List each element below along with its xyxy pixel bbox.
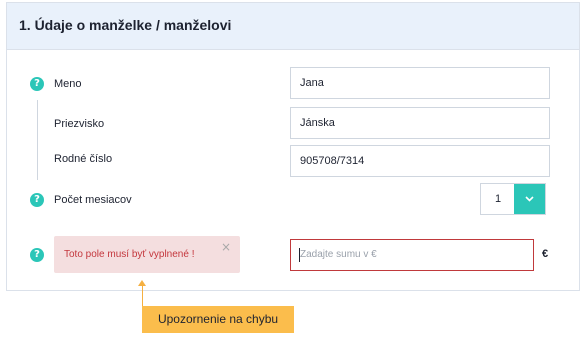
callout-line	[142, 283, 143, 307]
rodne-cislo-field[interactable]: 905708/7314	[290, 145, 550, 177]
rodne-cislo-label: Rodné číslo	[54, 153, 113, 165]
meno-label: Meno	[54, 78, 82, 90]
panel-title: 1. Údaje o manželke / manželovi	[19, 17, 232, 33]
priezvisko-label: Priezvisko	[54, 118, 105, 130]
meno-field[interactable]: Jana	[290, 67, 550, 99]
close-icon[interactable]: ×	[221, 240, 231, 254]
error-message-box: Toto pole musí byť vyplnené ! ×	[54, 236, 240, 273]
group-connector-line	[37, 100, 38, 180]
help-icon[interactable]: ?	[30, 77, 44, 91]
priezvisko-field[interactable]: Jánska	[290, 107, 550, 139]
chevron-down-icon	[525, 196, 534, 202]
pocet-mesiacov-select[interactable]: 1	[480, 183, 546, 215]
error-message-text: Toto pole musí byť vyplnené !	[64, 249, 195, 260]
error-callout: Upozornenie na chybu	[142, 306, 294, 333]
select-dropdown-button[interactable]	[514, 184, 545, 214]
panel-header: 1. Údaje o manželke / manželovi	[7, 3, 579, 50]
pocet-mesiacov-label: Počet mesiacov	[54, 194, 132, 206]
help-icon[interactable]: ?	[30, 193, 44, 207]
currency-label: €	[542, 248, 549, 260]
amount-input[interactable]: Zadajte sumu v €	[290, 239, 534, 271]
help-icon[interactable]: ?	[30, 248, 44, 262]
select-value: 1	[495, 193, 502, 205]
